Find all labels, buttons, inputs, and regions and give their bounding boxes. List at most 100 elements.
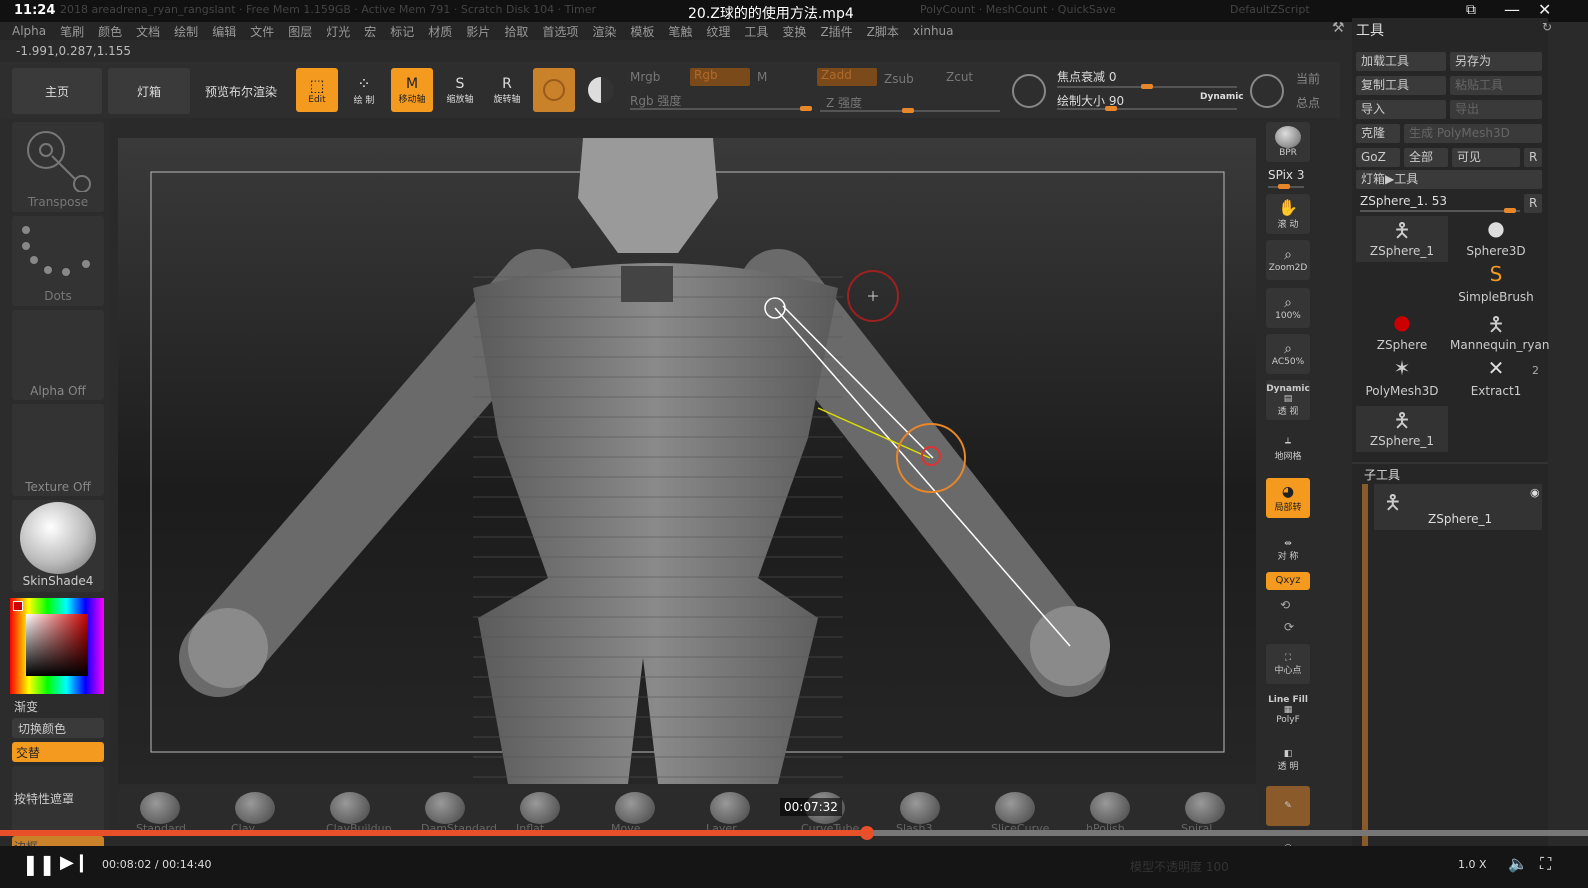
current-tool-label[interactable]: ZSphere_1. 53 (1360, 194, 1447, 208)
spix-slider[interactable] (1268, 184, 1304, 189)
menu-item[interactable]: 笔触 (668, 23, 692, 40)
brush-thumbnail[interactable] (425, 792, 465, 824)
brush-thumbnail[interactable] (995, 792, 1035, 824)
subtool-header[interactable]: 子工具 (1364, 466, 1400, 483)
import-button[interactable]: 导入 (1356, 100, 1446, 119)
tool-thumbnail[interactable]: ✶ PolyMesh3D (1356, 356, 1448, 402)
export-button[interactable]: 导出 (1450, 100, 1542, 119)
menu-item[interactable]: 影片 (466, 23, 490, 40)
brush-thumbnail[interactable] (235, 792, 275, 824)
y-rotate-icon[interactable]: ⟲ (1280, 598, 1290, 612)
menu-item[interactable]: xinhua (913, 24, 954, 38)
stroke-button[interactable]: Dots (12, 216, 104, 306)
menu-item[interactable]: 标记 (390, 23, 414, 40)
ghost-button[interactable]: ✎ (1266, 786, 1310, 826)
menu-item[interactable]: Z脚本 (867, 23, 899, 40)
local-transform-button[interactable]: ◕ 局部转 (1266, 478, 1310, 518)
menu-item[interactable]: 模板 (630, 23, 654, 40)
brush-thumbnail[interactable] (615, 792, 655, 824)
load-tool-button[interactable]: 加载工具 (1356, 52, 1446, 71)
brush-thumbnail[interactable] (710, 792, 750, 824)
polyframe-button[interactable]: Line Fill ▦ PolyF (1266, 690, 1310, 730)
draw-size-slider[interactable] (1057, 106, 1237, 111)
volume-icon[interactable]: 🔈 (1508, 854, 1528, 873)
main-color-swatch[interactable] (13, 601, 23, 611)
menu-item[interactable]: Z插件 (820, 23, 852, 40)
menu-item[interactable]: 文件 (250, 23, 274, 40)
copy-tool-button[interactable]: 复制工具 (1356, 76, 1446, 95)
close-icon[interactable]: ✕ (1538, 0, 1551, 19)
slider-knob[interactable] (1141, 84, 1153, 89)
slider-knob[interactable] (800, 106, 812, 111)
sculptris-icon[interactable] (1012, 74, 1046, 108)
brush-thumbnail[interactable] (1090, 792, 1130, 824)
menu-item[interactable]: 工具 (744, 23, 768, 40)
goz-visible-button[interactable]: 可见 (1452, 148, 1520, 167)
spix-label[interactable]: SPix 3 (1268, 168, 1304, 182)
home-button[interactable]: 主页 (12, 68, 102, 114)
tool-slider[interactable] (1360, 208, 1520, 213)
slider-knob[interactable] (902, 108, 914, 113)
next-icon[interactable]: ▶❙ (60, 852, 89, 873)
slider-knob[interactable] (1504, 208, 1516, 213)
progress-bar[interactable] (0, 826, 1588, 840)
make-polymesh-button[interactable]: 生成 PolyMesh3D (1404, 124, 1542, 143)
canvas-viewport[interactable] (118, 138, 1256, 784)
zsphere-model[interactable] (118, 138, 1256, 784)
transparency-button[interactable]: ◧ 透 明 (1266, 740, 1310, 780)
menu-item[interactable]: 文档 (136, 23, 160, 40)
eye-icon[interactable]: ◉ (1530, 486, 1540, 499)
zoom2d-button[interactable]: ⌕ Zoom2D (1266, 240, 1310, 280)
tool-thumbnail[interactable]: 🯅 ZSphere_1 (1356, 216, 1448, 262)
texture-button[interactable]: Texture Off (12, 404, 104, 496)
scroll-button[interactable]: ✋ 滚 动 (1266, 194, 1310, 234)
tool-header[interactable]: 工具 (1356, 20, 1384, 40)
progress-knob[interactable] (860, 826, 875, 840)
symmetry-button[interactable]: ⇹ 对 称 (1266, 530, 1310, 570)
rgb-toggle[interactable]: Rgb (690, 68, 750, 86)
menu-item[interactable]: 变换 (782, 23, 806, 40)
menu-item[interactable]: 绘制 (174, 23, 198, 40)
menu-item[interactable]: 编辑 (212, 23, 236, 40)
frame-button[interactable]: ⛶ 中心点 (1266, 644, 1310, 684)
brush-thumbnail[interactable] (900, 792, 940, 824)
menu-item[interactable]: 颜色 (98, 23, 122, 40)
goz-r-button[interactable]: R (1524, 148, 1542, 167)
rgb-intensity-slider[interactable] (630, 106, 812, 111)
xyz-rotate-button[interactable]: Qxyz (1266, 572, 1310, 590)
goz-all-button[interactable]: 全部 (1404, 148, 1448, 167)
focal-shift-slider[interactable] (1057, 84, 1237, 89)
scale-button[interactable]: S 缩放轴 (439, 68, 481, 112)
rotate-button[interactable]: R 旋转轴 (486, 68, 528, 112)
mask-by-feature-button[interactable]: 按特性遮罩 (12, 766, 104, 832)
menu-item[interactable]: 纹理 (706, 23, 730, 40)
tool-thumbnail[interactable]: ● ZSphere (1356, 310, 1448, 356)
dynamic-3d-icon[interactable] (1250, 74, 1284, 108)
subtool-item[interactable]: 🯅 ZSphere_1 ◉ (1374, 484, 1542, 530)
speed-button[interactable]: 1.0 X (1458, 858, 1487, 871)
switch-color-button[interactable]: 切换颜色 (12, 718, 104, 738)
tool-r-button[interactable]: R (1524, 194, 1542, 213)
material-sphere-button[interactable] (533, 68, 575, 112)
zadd-toggle[interactable]: Zadd (817, 68, 877, 86)
brush-thumbnail[interactable] (520, 792, 560, 824)
menu-item[interactable]: 灯光 (326, 23, 350, 40)
subtool-scrollbar[interactable] (1362, 484, 1368, 860)
texture-sphere-button[interactable] (580, 68, 622, 112)
m-label[interactable]: M (757, 70, 767, 84)
half-size-button[interactable]: ⌕ AC50% (1266, 334, 1310, 374)
material-button[interactable]: SkinShade4 (12, 500, 104, 592)
tool-thumbnail[interactable]: 🯅 Mannequin_ryan (1450, 310, 1549, 356)
color-square[interactable] (26, 614, 88, 676)
minimize-icon[interactable]: — (1504, 0, 1520, 19)
menu-item[interactable]: 拾取 (504, 23, 528, 40)
alpha-button[interactable]: Alpha Off (12, 310, 104, 400)
save-as-button[interactable]: 另存为 (1450, 52, 1542, 71)
goz-button[interactable]: GoZ (1356, 148, 1400, 167)
color-picker[interactable] (10, 598, 104, 694)
zsub-toggle[interactable]: Zsub (884, 72, 914, 86)
mrgb-label[interactable]: Mrgb (630, 70, 660, 84)
refresh-icon[interactable]: ↻ (1542, 20, 1552, 34)
transpose-button[interactable]: Transpose (12, 122, 104, 212)
lightbox-button[interactable]: 灯箱 (108, 68, 190, 114)
